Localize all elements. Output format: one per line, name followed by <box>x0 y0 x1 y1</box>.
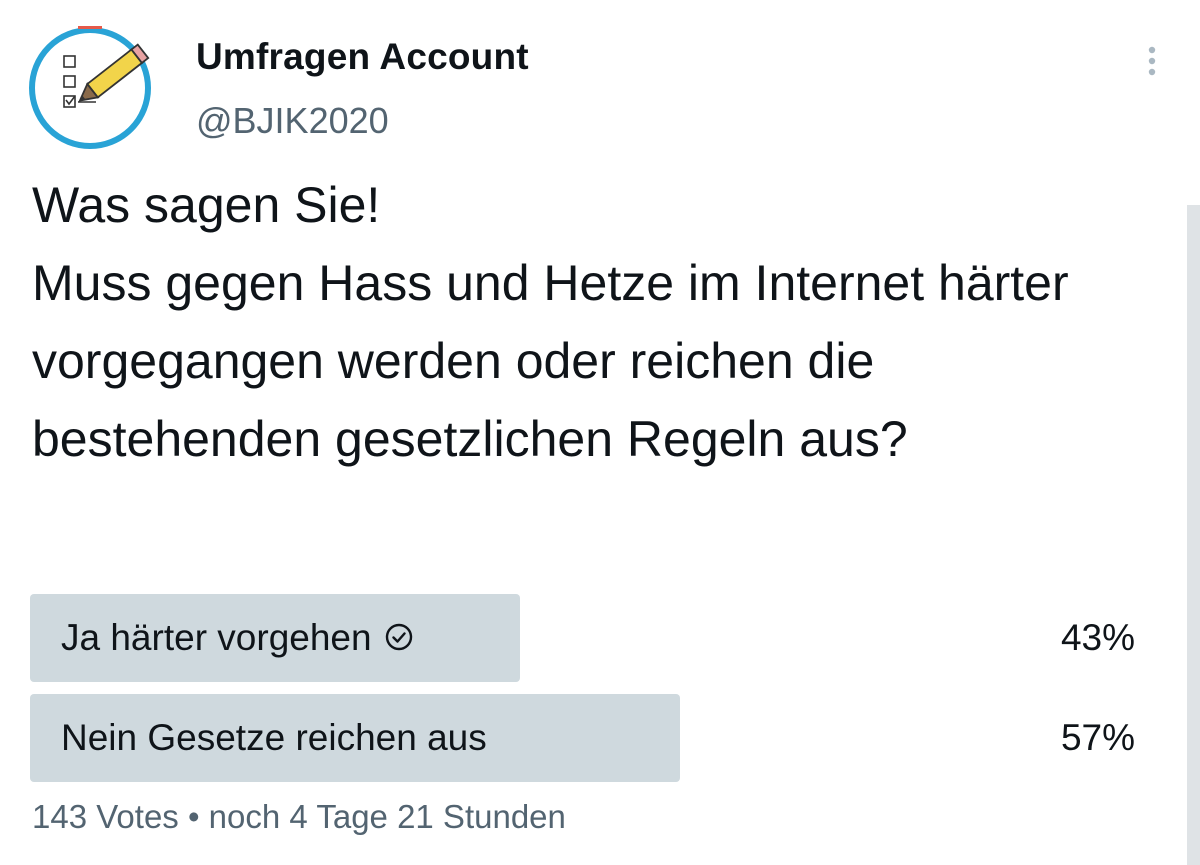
poll-option-percent: 57% <box>1060 717 1135 758</box>
check-circle-icon <box>385 624 412 651</box>
poll-option-label: Ja härter vorgehen <box>61 617 372 658</box>
more-options-button[interactable] <box>1140 44 1164 80</box>
tweet-text: Was sagen Sie! Muss gegen Hass und Hetze… <box>32 177 1069 467</box>
poll-option-2: Nein Gesetze reichen aus 57% <box>30 694 1135 782</box>
author-handle[interactable]: @BJIK2020 <box>196 100 389 142</box>
scrollbar[interactable] <box>1187 205 1200 865</box>
avatar[interactable] <box>28 24 152 150</box>
author-display-name[interactable]: Umfragen Account <box>196 36 529 78</box>
checklist-pencil-icon <box>29 24 151 149</box>
poll-footer: 143 Votes • noch 4 Tage 21 Stunden <box>32 798 566 835</box>
more-vertical-icon <box>1148 46 1156 76</box>
poll-option-label: Nein Gesetze reichen aus <box>61 717 487 758</box>
poll-option-1: Ja härter vorgehen 43% <box>30 594 1135 682</box>
poll-option-percent: 43% <box>1060 617 1135 658</box>
